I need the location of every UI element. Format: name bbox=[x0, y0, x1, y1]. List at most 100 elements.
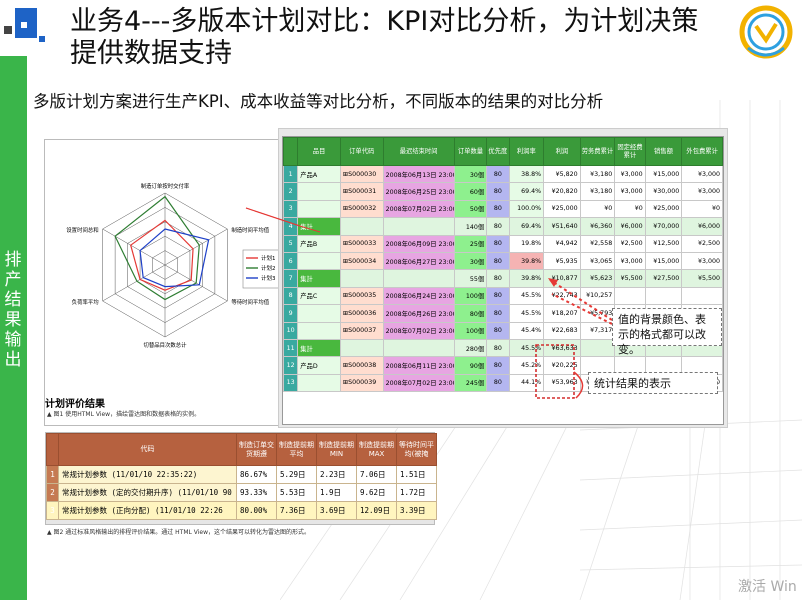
eval-col-header[interactable]: 制造提前期MAX bbox=[356, 433, 397, 466]
cell-deadline: 2008年07月02日 23:00 bbox=[382, 199, 455, 219]
statistics-callout: 统计结果的表示 bbox=[588, 372, 718, 394]
row-number: 13 bbox=[282, 373, 299, 393]
col-header[interactable]: 订单代码 bbox=[339, 137, 384, 166]
col-header[interactable]: 优先度 bbox=[486, 137, 510, 166]
grid-summary-row[interactable]: 7 集計 55個 80 39.8% ¥10,877 ¥5,623 ¥5,500 ¥27,500 ¥… bbox=[282, 269, 723, 288]
eval-plan-name: 常规计划参数 (正向分配) (11/01/10 22:26 bbox=[58, 501, 237, 520]
cell-deadline: 2008年06月09日 23:00 bbox=[382, 234, 455, 253]
cell-order-code: ⊞S000039 bbox=[339, 373, 384, 393]
row-number: 10 bbox=[282, 321, 299, 340]
cell-priority: 80 bbox=[486, 286, 510, 306]
cell-deadline bbox=[382, 217, 455, 236]
grid-row[interactable]: 8 产品C ⊞S000035 2008年06月24日 23:00 100個 80 45.5%… bbox=[282, 286, 723, 306]
radar-axis-label: 负荷率平均 bbox=[72, 298, 99, 306]
eval-col-header[interactable]: 代码 bbox=[58, 433, 237, 466]
corner-square-blue-small bbox=[39, 36, 45, 42]
grid-row[interactable]: 1 产品A ⊞S000030 2008年06月13日 23:00 30個 80 38.8% ¥… bbox=[282, 164, 723, 184]
eval-delivery-rate: 80.00% bbox=[236, 501, 277, 520]
grid-summary-row[interactable]: 4 集計 140個 80 69.4% ¥51,640 ¥6,360 ¥6,000 ¥70,000… bbox=[282, 217, 723, 236]
col-header[interactable]: 利润 bbox=[543, 137, 581, 166]
cell-fixed: ¥3,000 bbox=[614, 251, 646, 271]
eval-plan-name: 常规计划参数 (定的交付期升序) (11/01/10 90 bbox=[58, 483, 237, 502]
cell-labor: ¥3,180 bbox=[579, 182, 616, 201]
eval-row[interactable]: 3 常规计划参数 (正向分配) (11/01/10 22:26 80.00% 7.36… bbox=[46, 501, 437, 520]
cell-order-code bbox=[339, 217, 384, 236]
cell-item: 产品B bbox=[297, 234, 341, 253]
cell-item: 集計 bbox=[297, 269, 341, 288]
cell-order-code: ⊞S000030 bbox=[339, 164, 384, 184]
col-header[interactable]: 订单数量 bbox=[453, 137, 488, 166]
cell-labor: ¥0 bbox=[579, 199, 616, 219]
grid-row[interactable]: 3 ⊞S000032 2008年07月02日 23:00 50個 80 100.0% ¥25… bbox=[282, 199, 723, 219]
col-header[interactable]: 劳务费累计 bbox=[579, 137, 616, 166]
cell-item: 产品A bbox=[297, 164, 341, 184]
cell-quantity: 100個 bbox=[453, 286, 488, 306]
col-header[interactable]: 销售额 bbox=[644, 137, 683, 166]
cell-profit: ¥4,942 bbox=[543, 234, 581, 253]
cell-deadline bbox=[382, 338, 455, 358]
cell-sales: ¥25,000 bbox=[644, 199, 683, 219]
cell-labor: ¥10,257 bbox=[579, 286, 616, 306]
col-header[interactable]: 固定经费累计 bbox=[614, 137, 646, 166]
cell-sales: ¥27,500 bbox=[644, 269, 683, 288]
eval-col-header[interactable]: 制造提前期平均 bbox=[276, 433, 317, 466]
cell-profit: ¥5,820 bbox=[543, 164, 581, 184]
eval-header-corner bbox=[46, 433, 59, 466]
row-number: 4 bbox=[282, 217, 299, 236]
cell-profit-rate: 45.5% bbox=[508, 286, 545, 306]
grid-row[interactable]: 5 产品B ⊞S000033 2008年06月09日 23:00 25個 80 19.8% ¥… bbox=[282, 234, 723, 253]
radar-labels: 制造订单按时交付率制造时间平均值等待时间平均值切替品目次数总计 负荷率平均 设置时间… bbox=[66, 182, 269, 349]
cell-labor: ¥3,180 bbox=[579, 164, 616, 184]
radar-axis-label: 设置时间总和 bbox=[66, 226, 98, 234]
eval-row-number: 2 bbox=[46, 483, 59, 502]
cell-deadline: 2008年06月27日 23:00 bbox=[382, 251, 455, 271]
cell-priority: 80 bbox=[486, 217, 510, 236]
corner-square-white bbox=[21, 22, 27, 28]
eval-col-header[interactable]: 等待时间平均(被掩 bbox=[396, 433, 437, 466]
side-label: 排 产 结 果 输 出 bbox=[2, 250, 24, 370]
cell-order-code: ⊞S000032 bbox=[339, 199, 384, 219]
row-number: 6 bbox=[282, 251, 299, 271]
grid-row[interactable]: 6 ⊞S000034 2008年06月27日 23:00 30個 80 39.8% ¥5,9… bbox=[282, 251, 723, 271]
cell-priority: 80 bbox=[486, 373, 510, 393]
cell-quantity: 25個 bbox=[453, 234, 488, 253]
eval-wait-avg: 3.39日 bbox=[396, 501, 437, 520]
cell-outsource: ¥3,000 bbox=[681, 164, 723, 184]
cell-labor: ¥3,065 bbox=[579, 251, 616, 271]
cell-sales: ¥15,000 bbox=[644, 164, 683, 184]
eval-note: ▲ 图2 通过标准风格输出的排程评价结果。通过 HTML View，这个结果可以… bbox=[47, 529, 310, 536]
cell-profit-rate: 45.5% bbox=[508, 304, 545, 323]
eval-row[interactable]: 1 常规计划参数 (11/01/10 22:35:22) 86.67% 5.29日 2.… bbox=[46, 465, 437, 484]
cell-outsource: ¥5,500 bbox=[681, 269, 723, 288]
cell-order-code: ⊞S000037 bbox=[339, 321, 384, 340]
col-header[interactable]: 利润率 bbox=[508, 137, 545, 166]
cell-outsource: ¥0 bbox=[681, 199, 723, 219]
eval-col-header[interactable]: 制造提前期MIN bbox=[316, 433, 357, 466]
company-logo bbox=[739, 5, 793, 59]
radar-axis-label: 制造订单按时交付率 bbox=[141, 182, 190, 190]
cell-item: 产品D bbox=[297, 356, 341, 375]
cell-priority: 80 bbox=[486, 234, 510, 253]
cell-outsource: ¥3,000 bbox=[681, 182, 723, 201]
cell-priority: 80 bbox=[486, 182, 510, 201]
cell-quantity: 80個 bbox=[453, 304, 488, 323]
cell-quantity: 100個 bbox=[453, 321, 488, 340]
cell-profit-rate: 44.1% bbox=[508, 373, 545, 393]
eval-plan-name: 常规计划参数 (11/01/10 22:35:22) bbox=[58, 465, 237, 484]
slide-subtitle: 多版计划方案进行生产KPI、成本收益等对比分析，不同版本的结果的对比分析 bbox=[33, 92, 604, 111]
cell-profit-rate: 38.8% bbox=[508, 164, 545, 184]
col-header[interactable]: 品目 bbox=[297, 137, 341, 166]
cell-quantity: 55個 bbox=[453, 269, 488, 288]
col-header[interactable]: 外包费累计 bbox=[681, 137, 723, 166]
grid-row[interactable]: 2 ⊞S000031 2008年06月25日 23:00 60個 80 69.4% ¥20,… bbox=[282, 182, 723, 201]
eval-row[interactable]: 2 常规计划参数 (定的交付期升序) (11/01/10 90 93.33% 5.53… bbox=[46, 483, 437, 502]
cell-fixed: ¥0 bbox=[614, 199, 646, 219]
side-char: 果 bbox=[4, 310, 22, 330]
eval-header-row: 代码 制造订单交货期遵 制造提前期平均 制造提前期MIN 制造提前期MAX 等待… bbox=[46, 433, 437, 466]
col-header[interactable]: 最迟结束时间 bbox=[382, 137, 455, 166]
cell-priority: 80 bbox=[486, 164, 510, 184]
cell-profit: ¥22,683 bbox=[543, 321, 581, 340]
eval-col-header[interactable]: 制造订单交货期遵 bbox=[236, 433, 277, 466]
cell-profit-rate: 100.0% bbox=[508, 199, 545, 219]
radar-axis bbox=[164, 228, 228, 266]
